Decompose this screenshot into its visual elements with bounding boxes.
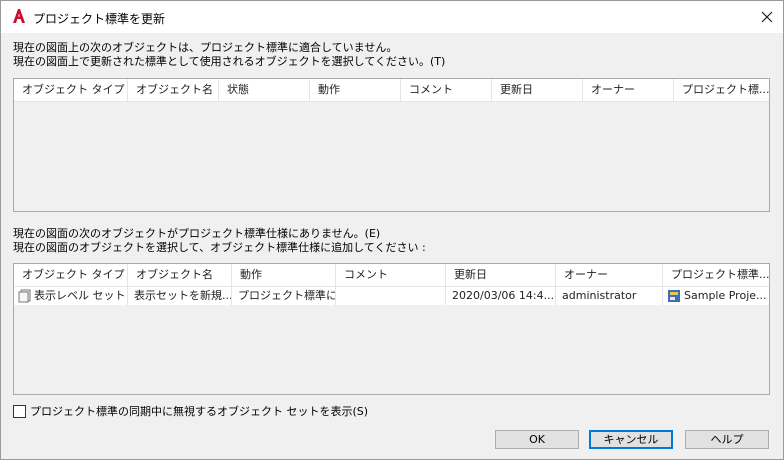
cell-owner: administrator: [556, 287, 663, 305]
column-header-owner[interactable]: オーナー: [583, 79, 674, 101]
help-button[interactable]: ヘルプ: [685, 430, 769, 449]
update-project-standards-dialog: プロジェクト標準を更新 現在の図面上の次のオブジェクトは、プロジェクト標準に適合…: [0, 0, 784, 460]
close-icon: [761, 11, 773, 23]
checkbox-label: プロジェクト標準の同期中に無視するオブジェクト セットを表示(S): [30, 405, 369, 418]
column-header-owner[interactable]: オーナー: [556, 264, 663, 286]
nonconforming-objects-table[interactable]: オブジェクト タイプ オブジェクト名 状態 動作 コメント 更新日 オーナー プ…: [13, 78, 770, 212]
cell-project-standard: Sample Proje...: [663, 287, 769, 305]
autocad-app-icon: [13, 9, 25, 23]
cancel-button[interactable]: キャンセル: [589, 430, 673, 449]
cell-updated: 2020/03/06 14:4...: [446, 287, 556, 305]
title-bar: プロジェクト標準を更新: [1, 1, 783, 33]
column-header-action[interactable]: 動作: [310, 79, 401, 101]
column-header-action[interactable]: 動作: [232, 264, 336, 286]
top-section-description: 現在の図面上の次のオブジェクトは、プロジェクト標準に適合していません。: [13, 41, 398, 54]
column-header-object-name[interactable]: オブジェクト名: [128, 79, 219, 101]
column-header-status[interactable]: 状態: [219, 79, 310, 101]
cell-object-type: 表示レベル セット: [14, 287, 128, 305]
column-header-updated[interactable]: 更新日: [492, 79, 583, 101]
checkbox-box[interactable]: [13, 404, 26, 418]
column-header-updated[interactable]: 更新日: [446, 264, 556, 286]
column-header-object-name[interactable]: オブジェクト名: [128, 264, 232, 286]
column-header-comment[interactable]: コメント: [401, 79, 492, 101]
ok-button[interactable]: OK: [495, 430, 579, 449]
column-header-project-standard[interactable]: プロジェクト標準...: [663, 264, 769, 286]
table-row[interactable]: 表示レベル セット 表示セットを新規... プロジェクト標準に... 2020/…: [14, 287, 769, 305]
project-standard-icon: [668, 290, 680, 302]
table-header: オブジェクト タイプ オブジェクト名 状態 動作 コメント 更新日 オーナー プ…: [14, 79, 769, 102]
bottom-section-description: 現在の図面の次のオブジェクトがプロジェクト標準仕様にありません。(E): [13, 227, 381, 240]
show-ignored-objects-checkbox[interactable]: プロジェクト標準の同期中に無視するオブジェクト セットを表示(S): [13, 403, 368, 419]
column-header-object-type[interactable]: オブジェクト タイプ: [14, 264, 128, 286]
cell-object-name: 表示セットを新規...: [128, 287, 232, 305]
column-header-project-standard[interactable]: プロジェクト標...: [674, 79, 769, 101]
bottom-section-instruction: 現在の図面のオブジェクトを選択して、オブジェクト標準仕様に追加してください :: [13, 241, 426, 254]
cell-comment: [336, 287, 446, 305]
close-button[interactable]: [753, 5, 781, 29]
top-section-instruction: 現在の図面上で更新された標準として使用されるオブジェクトを選択してください。(T…: [13, 55, 446, 68]
unlisted-objects-table[interactable]: オブジェクト タイプ オブジェクト名 動作 コメント 更新日 オーナー プロジェ…: [13, 263, 770, 395]
window-title: プロジェクト標準を更新: [33, 12, 166, 26]
table-header: オブジェクト タイプ オブジェクト名 動作 コメント 更新日 オーナー プロジェ…: [14, 264, 769, 287]
column-header-object-type[interactable]: オブジェクト タイプ: [14, 79, 128, 101]
display-set-icon: [18, 289, 31, 303]
cell-action: プロジェクト標準に...: [232, 287, 336, 305]
column-header-comment[interactable]: コメント: [336, 264, 446, 286]
